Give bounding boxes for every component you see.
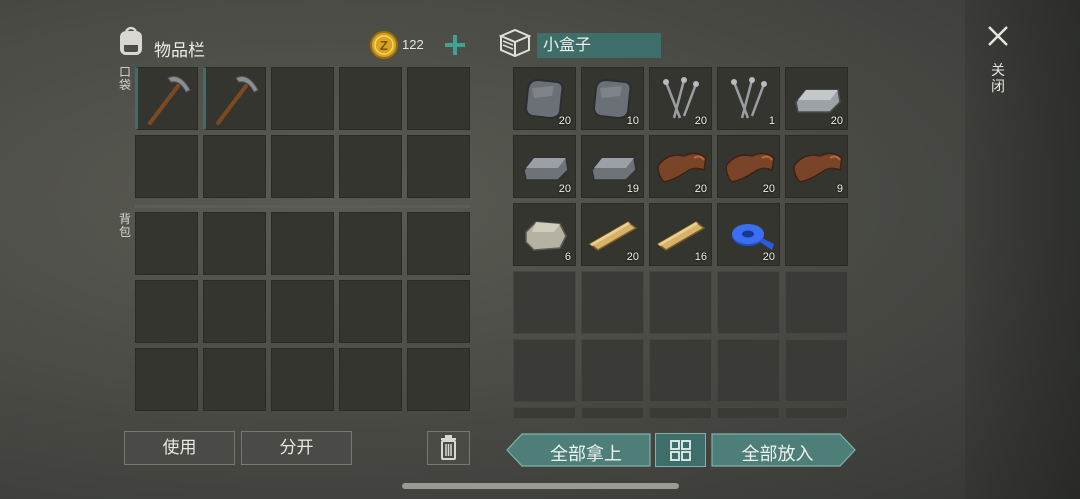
item-quantity: 16 <box>694 251 707 263</box>
backpack-slot[interactable] <box>407 348 470 411</box>
add-coins-button[interactable] <box>442 32 468 58</box>
item-quantity: 19 <box>626 183 639 195</box>
pocket-label: 口袋 <box>118 65 131 92</box>
pickaxe-icon <box>216 76 259 125</box>
sort-button[interactable] <box>655 433 706 467</box>
right-side-panel <box>965 0 1080 499</box>
container-slot[interactable]: 20 <box>513 67 576 130</box>
container-slot[interactable]: 20 <box>785 67 848 130</box>
backpack-slot[interactable] <box>339 348 402 411</box>
container-slot[interactable] <box>513 339 576 402</box>
container-slot[interactable] <box>785 339 848 402</box>
home-indicator <box>402 483 679 489</box>
pocket-slot[interactable] <box>203 67 266 130</box>
split-button[interactable]: 分开 <box>241 431 352 465</box>
backpack-slot[interactable] <box>271 280 334 343</box>
pocket-slot[interactable] <box>271 67 334 130</box>
container-slot[interactable]: 20 <box>649 135 712 198</box>
pocket-slot[interactable] <box>271 135 334 198</box>
item-quantity: 20 <box>694 183 707 195</box>
backpack-slot[interactable] <box>203 280 266 343</box>
item-quantity: 20 <box>558 115 571 127</box>
item-quantity: 20 <box>558 183 571 195</box>
plus-icon <box>445 35 465 55</box>
close-button[interactable]: 关闭 <box>984 22 1012 102</box>
container-slot[interactable]: 9 <box>785 135 848 198</box>
container-slot[interactable] <box>717 271 780 334</box>
close-label: 关闭 <box>991 62 1005 94</box>
coin-count: 122 <box>402 37 424 52</box>
pocket-slot[interactable] <box>339 67 402 130</box>
backpack-slot[interactable] <box>407 280 470 343</box>
item-quantity: 20 <box>762 251 775 263</box>
box-icon <box>497 27 533 59</box>
inventory-title: 物品栏 <box>154 41 205 60</box>
container-slot[interactable] <box>717 339 780 402</box>
pocket-slot[interactable] <box>203 135 266 198</box>
container-slot[interactable] <box>717 407 780 419</box>
backpack-slot[interactable] <box>339 280 402 343</box>
backpack-slot[interactable] <box>203 348 266 411</box>
backpack-slot[interactable] <box>339 212 402 275</box>
backpack-slot[interactable] <box>203 212 266 275</box>
backpack-label: 背包 <box>118 212 131 239</box>
container-slot[interactable] <box>785 407 848 419</box>
close-icon <box>988 26 1008 46</box>
svg-text:Z: Z <box>380 38 388 53</box>
item-quantity: 1 <box>768 115 775 127</box>
item-quantity: 10 <box>626 115 639 127</box>
trash-icon <box>441 435 456 460</box>
backpack-slot[interactable] <box>135 280 198 343</box>
item-quantity: 20 <box>830 115 843 127</box>
container-slot[interactable] <box>785 271 848 334</box>
take-all-label: 全部拿上 <box>550 444 622 464</box>
container-slot[interactable] <box>649 339 712 402</box>
container-slot[interactable]: 6 <box>513 203 576 266</box>
put-all-button[interactable]: 全部放入 <box>711 433 856 467</box>
container-slot[interactable] <box>581 271 644 334</box>
pocket-slot[interactable] <box>407 67 470 130</box>
container-slot[interactable]: 10 <box>581 67 644 130</box>
container-slot[interactable] <box>581 339 644 402</box>
backpack-icon <box>116 25 146 57</box>
container-slot[interactable] <box>785 203 848 266</box>
container-slot[interactable]: 20 <box>717 203 780 266</box>
item-quantity: 20 <box>762 183 775 195</box>
backpack-slot[interactable] <box>407 212 470 275</box>
item-quantity: 9 <box>836 183 843 195</box>
container-slot[interactable] <box>513 407 576 419</box>
pocket-slot[interactable] <box>407 135 470 198</box>
container-name-field[interactable]: 小盒子 <box>537 33 661 58</box>
section-divider <box>135 205 471 208</box>
coin-icon: Z <box>369 30 399 60</box>
take-all-button[interactable]: 全部拿上 <box>506 433 651 467</box>
put-all-label: 全部放入 <box>741 444 814 464</box>
backpack-slot[interactable] <box>135 348 198 411</box>
container-slot[interactable] <box>513 271 576 334</box>
use-button[interactable]: 使用 <box>124 431 235 465</box>
container-slot[interactable] <box>649 407 712 419</box>
trash-button[interactable] <box>427 431 470 465</box>
container-slot[interactable]: 20 <box>581 203 644 266</box>
container-slot[interactable]: 20 <box>649 67 712 130</box>
container-slot[interactable]: 20 <box>717 135 780 198</box>
container-slot[interactable] <box>649 271 712 334</box>
container-slot[interactable]: 16 <box>649 203 712 266</box>
grid-sort-icon <box>670 440 691 461</box>
backpack-slot[interactable] <box>135 212 198 275</box>
container-slot[interactable]: 19 <box>581 135 644 198</box>
backpack-slot[interactable] <box>271 348 334 411</box>
pickaxe-icon <box>148 76 191 125</box>
item-quantity: 20 <box>694 115 707 127</box>
pocket-slot[interactable] <box>339 135 402 198</box>
pocket-slot[interactable] <box>135 135 198 198</box>
container-slot[interactable]: 20 <box>513 135 576 198</box>
backpack-slot[interactable] <box>271 212 334 275</box>
container-slot[interactable]: 1 <box>717 67 780 130</box>
item-quantity: 6 <box>564 251 571 263</box>
item-quantity: 20 <box>626 251 639 263</box>
pocket-slot[interactable] <box>135 67 198 130</box>
container-slot[interactable] <box>581 407 644 419</box>
